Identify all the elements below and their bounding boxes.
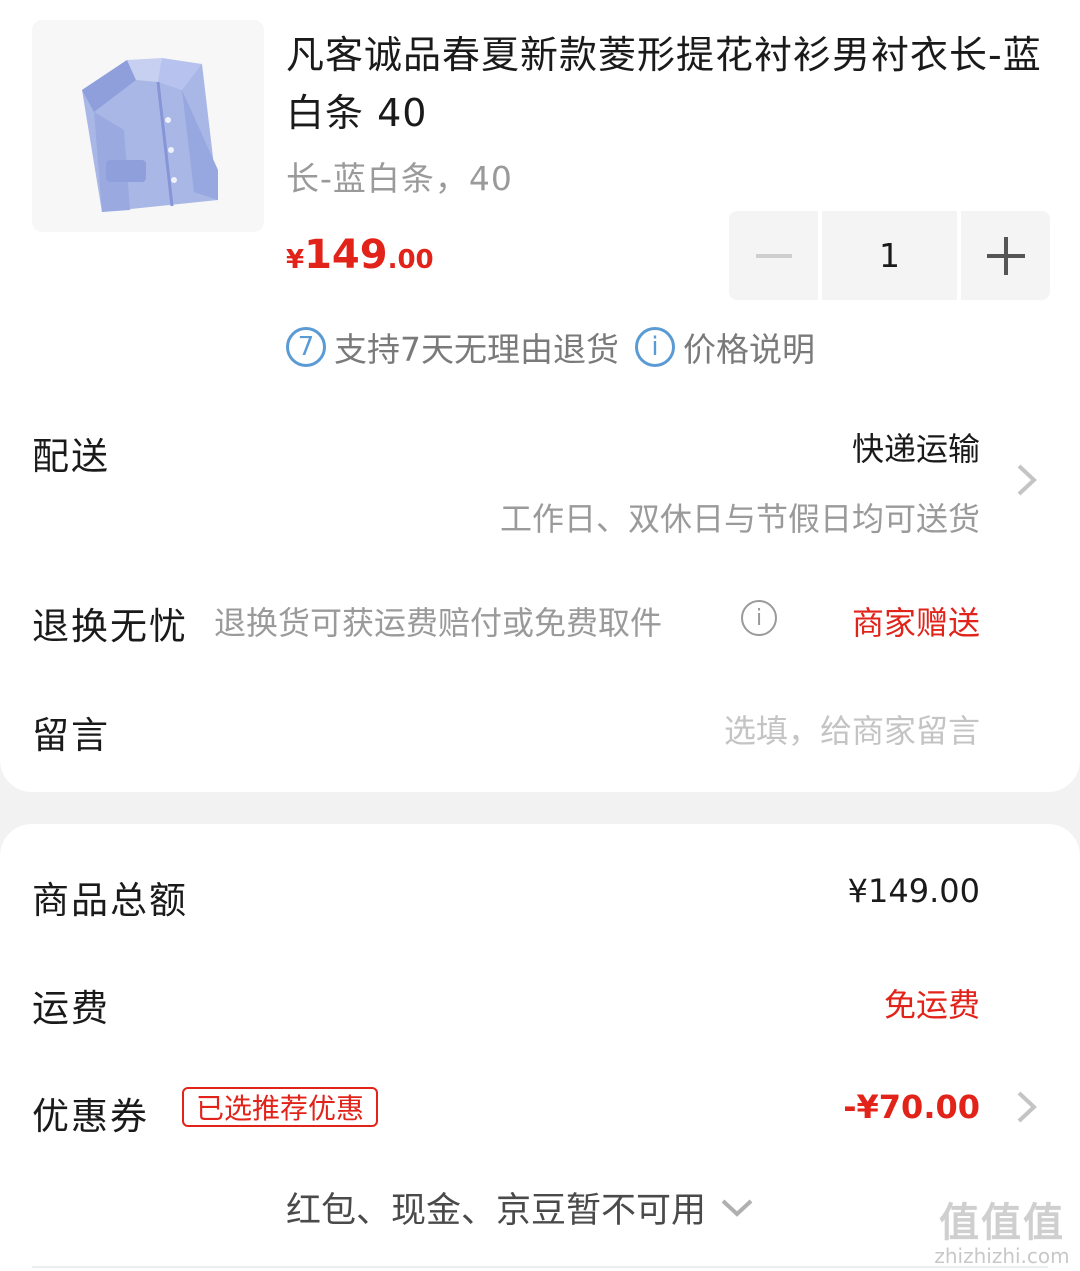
delivery-note: 工作日、双休日与节假日均可送货 bbox=[499, 500, 980, 538]
product-image[interactable] bbox=[32, 20, 264, 232]
price-explanation-link[interactable]: 价格说明 bbox=[683, 323, 815, 371]
returns-status: 商家赠送 bbox=[851, 604, 980, 642]
product-spec: 长-蓝白条，40 bbox=[286, 159, 513, 198]
unavailable-payments-note: 红包、现金、京豆暂不可用 bbox=[286, 1191, 707, 1231]
shipping-value: 免运费 bbox=[883, 986, 980, 1024]
returns-info-icon[interactable]: i bbox=[741, 600, 777, 636]
shipping-label: 运费 bbox=[32, 987, 110, 1030]
quantity-input[interactable]: 1 bbox=[822, 211, 957, 300]
service-badges: 7 支持7天无理由退货 i 价格说明 bbox=[286, 322, 815, 372]
watermark-glyphs: 值值值 bbox=[939, 1200, 1065, 1246]
shirt-icon bbox=[82, 58, 218, 212]
coupon-recommended-tag: 已选推荐优惠 bbox=[182, 1087, 379, 1127]
delivery-chevron-right-icon[interactable] bbox=[1016, 463, 1038, 501]
delivery-label: 配送 bbox=[32, 435, 110, 478]
price-integer: 149 bbox=[304, 232, 388, 278]
coupon-chevron-right-icon[interactable] bbox=[1016, 1090, 1038, 1128]
unavailable-payments-toggle[interactable]: 红包、现金、京豆暂不可用 bbox=[286, 1182, 754, 1233]
seven-day-return-label[interactable]: 支持7天无理由退货 bbox=[334, 323, 619, 371]
increase-button[interactable] bbox=[961, 211, 1050, 300]
watermark-site: zhizhizhi.com bbox=[934, 1244, 1070, 1268]
delivery-method[interactable]: 快递运输 bbox=[852, 424, 980, 470]
plus-icon bbox=[986, 236, 1025, 275]
quantity-stepper: 1 bbox=[729, 211, 1050, 300]
coupon-value[interactable]: -¥70.00 bbox=[843, 1088, 980, 1126]
info-icon: i bbox=[635, 327, 675, 367]
message-label: 留言 bbox=[32, 714, 110, 757]
price-currency: ¥ bbox=[286, 245, 305, 275]
seven-day-return-icon: 7 bbox=[286, 327, 326, 367]
returns-label: 退换无忧 bbox=[32, 605, 188, 648]
goods-total-label: 商品总额 bbox=[32, 879, 188, 922]
product-price: ¥149.00 bbox=[286, 232, 434, 278]
goods-total-value: ¥149.00 bbox=[847, 872, 980, 910]
returns-description: 退换货可获运费赔付或免费取件 bbox=[214, 604, 663, 642]
divider bbox=[32, 1266, 1048, 1268]
product-title[interactable]: 凡客诚品春夏新款菱形提花衬衫男衬衣长-蓝白条 40 bbox=[286, 26, 1046, 142]
minus-icon bbox=[755, 253, 792, 258]
coupon-label: 优惠券 bbox=[32, 1095, 149, 1138]
message-input[interactable]: 选填，给商家留言 bbox=[724, 706, 980, 752]
decrease-button[interactable] bbox=[729, 211, 818, 300]
price-decimal: .00 bbox=[387, 245, 434, 275]
site-watermark: 值值值 zhizhizhi.com bbox=[932, 1190, 1072, 1268]
chevron-down-icon bbox=[721, 1199, 753, 1217]
